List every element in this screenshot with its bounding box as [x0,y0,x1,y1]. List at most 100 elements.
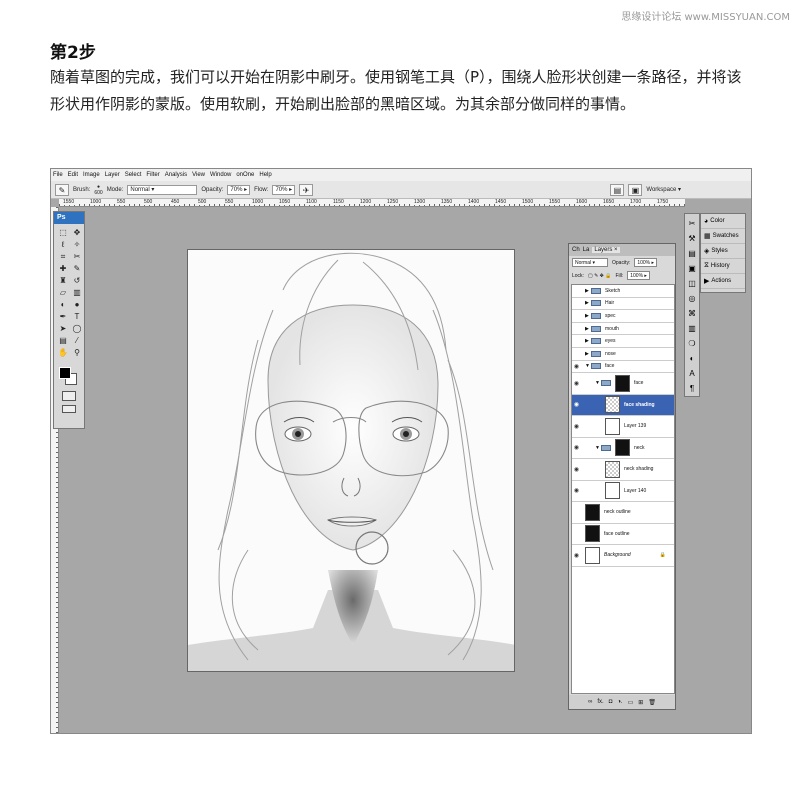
layer-style-icon[interactable]: fx. [597,699,603,705]
dock-panel-color[interactable]: ◕ Color [701,214,745,229]
layers-tab[interactable]: Layers × [592,247,620,253]
visibility-eye-icon[interactable]: ◉ [572,552,581,559]
visibility-eye-icon[interactable]: ◉ [572,466,581,473]
add-mask-icon[interactable]: ◘ [609,699,613,705]
dock-tool-icon[interactable]: ⚒ [686,233,698,245]
layer-row[interactable]: ◉ neck shading [572,459,674,481]
menu-filter[interactable]: Filter [146,172,159,178]
layer-row[interactable]: face outline [572,524,674,546]
layer-row[interactable]: ▶ mouth [572,323,674,336]
type-icon[interactable]: T [71,311,83,322]
dock-tool-icon[interactable]: A [686,368,698,380]
move-icon[interactable]: ✥ [71,227,83,238]
opacity-field[interactable]: 70% ▸ [227,184,251,195]
menu-help[interactable]: Help [259,172,271,178]
layer-row[interactable]: ◉ ▼ face [572,361,674,374]
visibility-eye-icon[interactable]: ◉ [572,487,581,494]
menu-image[interactable]: Image [83,172,100,178]
stamp-icon[interactable]: ♜ [57,275,69,286]
layer-row[interactable]: ◉ ▼ neck [572,438,674,460]
link-layers-icon[interactable]: ∞ [588,699,592,705]
flow-field[interactable]: 70% ▸ [272,184,296,195]
dock-tool-icon[interactable]: ⌘ [686,308,698,320]
new-layer-icon[interactable]: ⊞ [638,699,643,706]
foreground-color[interactable] [59,367,71,379]
layer-mask-thumbnail[interactable] [615,439,630,457]
layer-row[interactable]: ▶ eyes [572,335,674,348]
brush-icon[interactable]: ✎ [71,263,83,274]
visibility-eye-icon[interactable]: ◉ [572,423,581,430]
menu-view[interactable]: View [192,172,205,178]
dock-tool-icon[interactable]: ▥ [686,323,698,335]
workspace-menu[interactable]: Workspace ▾ [646,186,681,193]
blend-mode-select[interactable]: Normal ▾ [572,258,608,267]
visibility-eye-icon[interactable]: ◉ [572,363,581,370]
layer-row[interactable]: ◉ Layer 140 [572,481,674,503]
menu-select[interactable]: Select [125,172,142,178]
notes-icon[interactable]: ▤ [57,335,69,346]
new-group-icon[interactable]: ▭ [628,699,634,706]
dock-panel-styles[interactable]: ◈ Styles [701,244,745,259]
dock-tool-icon[interactable]: ¶ [686,383,698,395]
layer-thumbnail[interactable] [605,396,620,414]
airbrush-icon[interactable]: ✈ [299,183,314,196]
healing-icon[interactable]: ✚ [57,263,69,274]
screen-mode-icon[interactable] [62,405,76,413]
fill-field[interactable]: 100% ▸ [627,271,650,280]
dock-tool-icon[interactable]: ▣ [686,263,698,275]
visibility-eye-icon[interactable]: ◉ [572,444,581,451]
shape-icon[interactable]: ◯ [71,323,83,334]
layer-row[interactable]: ▶ nose [572,348,674,361]
marquee-icon[interactable]: ⬚ [57,227,69,238]
palette-well-icon[interactable]: ▤ [610,183,625,196]
blur-icon[interactable]: ◐ [57,299,69,310]
layer-thumbnail[interactable] [605,417,620,435]
layers-tab[interactable]: La [583,247,590,253]
layer-mask-thumbnail[interactable] [615,374,630,392]
layer-row[interactable]: ◉ ▼ face [572,373,674,395]
eraser-icon[interactable]: ▱ [57,287,69,298]
menu-layer[interactable]: Layer [105,172,120,178]
visibility-eye-icon[interactable]: ◉ [572,380,581,387]
layers-tab[interactable]: Ch [572,247,580,253]
dock-tool-icon[interactable]: ◎ [686,293,698,305]
dock-tool-icon[interactable]: ▤ [686,248,698,260]
layer-row[interactable]: ◉ Layer 139 [572,416,674,438]
color-swatches[interactable] [57,365,81,387]
dock-tool-icon[interactable]: ✂ [686,218,698,230]
menu-analysis[interactable]: Analysis [165,172,187,178]
delete-layer-icon[interactable]: 🗑 [648,699,656,706]
layer-row[interactable]: ◉ Background 🔒 [572,545,674,567]
dock-tool-icon[interactable]: ❍ [686,338,698,350]
layer-row[interactable]: ▶ Hair [572,298,674,311]
menu-window[interactable]: Window [210,172,231,178]
layer-opacity-field[interactable]: 100% ▸ [634,258,658,267]
bridge-icon[interactable]: ▣ [628,183,643,196]
gradient-icon[interactable]: ▥ [71,287,83,298]
zoom-icon[interactable]: ⚲ [71,347,83,358]
history-brush-icon[interactable]: ↺ [71,275,83,286]
mode-select[interactable]: Normal ▾ [127,184,198,195]
dock-panel-swatches[interactable]: ▦ Swatches [701,229,745,244]
pen-icon[interactable]: ✒ [57,311,69,322]
hand-icon[interactable]: ✋ [57,347,69,358]
dock-tool-icon[interactable]: ◫ [686,278,698,290]
brush-size-picker[interactable]: ● 600 [94,184,102,196]
adjustment-layer-icon[interactable]: ◑. [617,699,622,705]
quick-mask-icon[interactable] [62,391,76,401]
lasso-icon[interactable]: ℓ [57,239,69,250]
crop-icon[interactable]: ⌗ [57,251,69,262]
layer-mask-thumbnail[interactable] [585,525,600,543]
layer-thumbnail[interactable] [605,482,620,500]
layer-mask-thumbnail[interactable] [585,503,600,521]
eyedropper-icon[interactable]: ⁄ [71,335,83,346]
lock-icons[interactable]: ▢ ✎ ✥ 🔒 [588,273,612,279]
menu-edit[interactable]: Edit [68,172,78,178]
brush-tool-preset-icon[interactable]: ✎ [55,183,69,196]
visibility-eye-icon[interactable]: ◉ [572,401,581,408]
magic-wand-icon[interactable]: ✧ [71,239,83,250]
layer-row[interactable]: ▶ Sketch [572,285,674,298]
dodge-icon[interactable]: ● [71,299,83,310]
slice-icon[interactable]: ✂ [71,251,83,262]
layer-row[interactable]: ◉ face shading [572,394,674,417]
